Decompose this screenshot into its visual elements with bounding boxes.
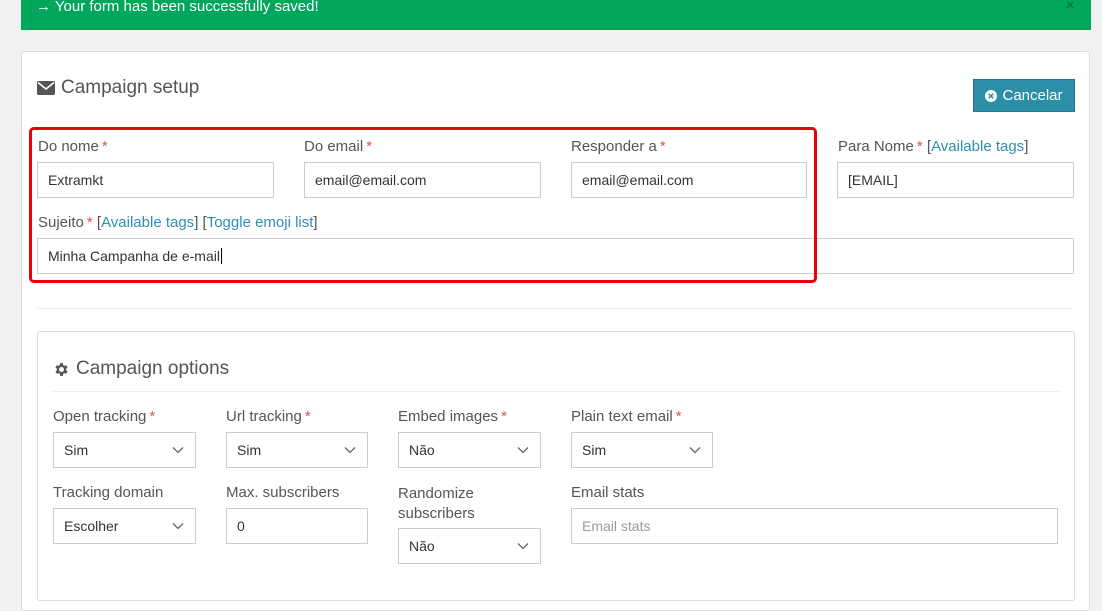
email-stats-input[interactable]: Email stats <box>571 508 1058 544</box>
section-divider <box>37 308 1073 309</box>
open-tracking-value: Sim <box>64 442 89 458</box>
campaign-options-title: Campaign options <box>53 358 229 380</box>
chevron-down-icon <box>689 447 701 454</box>
reply-to-input[interactable]: email@email.com <box>571 162 807 198</box>
chevron-down-icon <box>517 543 529 550</box>
max-subscribers-input[interactable]: 0 <box>226 508 368 544</box>
chevron-down-icon <box>517 447 529 454</box>
gear-icon <box>55 362 68 376</box>
close-circle-icon <box>985 89 998 102</box>
campaign-setup-title: Campaign setup <box>37 77 199 99</box>
reply-to-label: Responder a * <box>571 138 666 155</box>
max-subscribers-label: Max. subscribers <box>226 484 340 501</box>
chevron-down-icon <box>172 447 184 454</box>
subject-input[interactable]: Minha Campanha de e-mail <box>37 238 1074 274</box>
alert-close-icon[interactable]: × <box>1066 0 1075 15</box>
to-name-input[interactable]: [EMAIL] <box>837 162 1074 198</box>
tracking-domain-select[interactable]: Escolher <box>53 508 196 544</box>
url-tracking-label: Url tracking * <box>226 408 311 425</box>
embed-images-label: Embed images * <box>398 408 507 425</box>
url-tracking-select[interactable]: Sim <box>226 432 368 468</box>
alert-message: → Your form has been successfully saved! <box>36 0 319 15</box>
randomize-subscribers-label: Randomize subscribers <box>398 485 475 522</box>
cancel-button-label: Cancelar <box>1002 87 1063 104</box>
text-cursor <box>220 248 222 264</box>
success-alert: → Your form has been successfully saved!… <box>21 0 1091 30</box>
from-email-input[interactable]: email@email.com <box>304 162 541 198</box>
from-name-input[interactable]: Extramkt <box>37 162 274 198</box>
subject-input-value: Minha Campanha de e-mail <box>48 248 220 264</box>
randomize-subscribers-value: Não <box>409 538 435 554</box>
from-email-label: Do email * <box>304 138 373 155</box>
envelope-icon <box>37 81 55 95</box>
open-tracking-label: Open tracking * <box>53 408 156 425</box>
toggle-emoji-list-link[interactable]: Toggle emoji list <box>207 214 314 231</box>
options-title-separator <box>53 391 1059 392</box>
tracking-domain-value: Escolher <box>64 518 119 534</box>
plain-text-email-label: Plain text email * <box>571 408 682 425</box>
subject-label: Sujeito * [Available tags] [Toggle emoji … <box>38 214 318 231</box>
chevron-down-icon <box>344 447 356 454</box>
embed-images-select[interactable]: Não <box>398 432 541 468</box>
from-name-label: Do nome * <box>38 138 108 155</box>
open-tracking-select[interactable]: Sim <box>53 432 196 468</box>
subject-available-tags-link[interactable]: Available tags <box>101 214 194 231</box>
plain-text-email-value: Sim <box>582 442 607 458</box>
embed-images-value: Não <box>409 442 435 458</box>
campaign-setup-title-text: Campaign setup <box>61 77 200 98</box>
to-name-available-tags-link[interactable]: Available tags <box>931 138 1024 155</box>
plain-text-email-select[interactable]: Sim <box>571 432 713 468</box>
to-name-label: Para Nome * [Available tags] <box>838 138 1029 155</box>
campaign-options-title-text: Campaign options <box>76 358 230 379</box>
tracking-domain-label: Tracking domain <box>53 484 164 501</box>
email-stats-label: Email stats <box>571 484 645 501</box>
url-tracking-value: Sim <box>237 442 262 458</box>
randomize-subscribers-select[interactable]: Não <box>398 528 541 564</box>
cancel-button[interactable]: Cancelar <box>973 79 1075 112</box>
chevron-down-icon <box>172 523 184 530</box>
